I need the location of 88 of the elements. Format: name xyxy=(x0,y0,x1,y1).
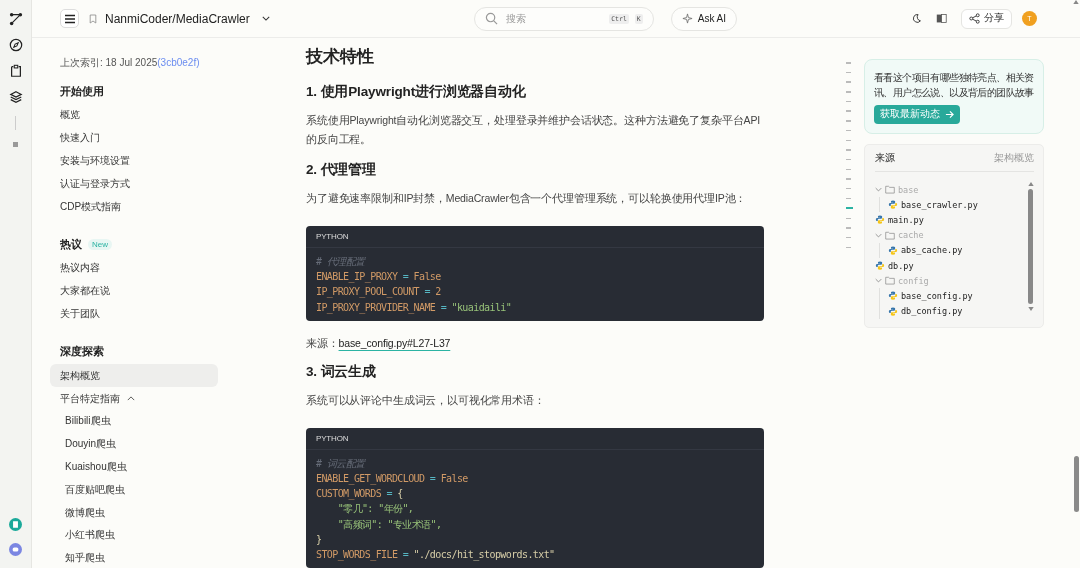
moon-icon[interactable] xyxy=(911,13,922,24)
nav-item[interactable]: 百度贴吧爬虫 xyxy=(50,478,218,502)
nav-item[interactable]: 安装与环境设置 xyxy=(50,149,218,173)
python-icon xyxy=(888,291,898,301)
code-line: ENABLE_IP_PROXY = False xyxy=(316,270,442,285)
share-icon xyxy=(969,13,980,24)
code-line: # 代理配置 xyxy=(316,255,367,269)
nav-item[interactable]: 架构概览 xyxy=(50,364,218,388)
code-line: IP_PROXY_POOL_COUNT = 2 xyxy=(316,285,442,300)
page-scrollbar-thumb[interactable] xyxy=(1073,456,1079,512)
translate-icon[interactable] xyxy=(936,13,947,24)
source-link[interactable]: base_config.py#L27-L37 xyxy=(338,336,451,349)
code-line: # 词云配置 xyxy=(316,456,367,471)
clipboard-icon[interactable] xyxy=(8,64,23,78)
nav-item[interactable]: Kuaishou爬虫 xyxy=(50,455,218,479)
compass-icon[interactable] xyxy=(8,38,23,52)
nav-item[interactable]: 知乎爬虫 xyxy=(50,546,218,568)
paragraph: 为了避免速率限制和IP封禁，MediaCrawler包含一个代理管理系统，可以轮换使用代理IP池： xyxy=(306,191,748,206)
sparkle-icon xyxy=(681,13,693,24)
page-icon[interactable] xyxy=(13,142,18,147)
scrollbar-thumb[interactable] xyxy=(1028,189,1033,304)
scroll-up-icon[interactable] xyxy=(1027,182,1034,186)
folder-icon xyxy=(885,230,895,240)
menu-button[interactable] xyxy=(60,9,79,28)
document-icon[interactable] xyxy=(9,518,22,531)
python-icon xyxy=(888,245,898,255)
subsection-heading: 2. 代理管理 xyxy=(306,161,377,179)
index-date: 上次索引: 18 Jul 2025 xyxy=(60,57,158,68)
section-heading: 技术特性 xyxy=(306,46,375,68)
file-name[interactable]: base_config.py xyxy=(901,290,973,301)
code-line: IP_PROXY_PROVIDER_NAME = "kuaidaili" xyxy=(316,300,513,315)
subsection-heading: 3. 词云生成 xyxy=(306,362,377,381)
python-icon xyxy=(888,200,898,210)
nav-item[interactable]: 认证与登录方式 xyxy=(50,172,218,196)
python-icon xyxy=(875,261,885,271)
layers-icon[interactable] xyxy=(8,90,23,104)
nav-item[interactable]: 热议内容 xyxy=(50,257,218,280)
section-title: 深度探索 xyxy=(60,344,104,360)
nav-item[interactable]: 关于团队 xyxy=(50,302,218,326)
source-label: 来源： xyxy=(306,336,339,349)
folder-icon xyxy=(885,276,895,286)
file-name[interactable]: abs_cache.py xyxy=(901,245,963,256)
arrow-right-icon xyxy=(945,110,954,119)
share-button[interactable]: 分享 xyxy=(961,8,1012,29)
nav-item[interactable]: CDP模式指南 xyxy=(50,195,218,218)
code-line: CUSTOM_WORDS = { xyxy=(316,487,404,502)
python-icon xyxy=(888,306,898,316)
search-icon xyxy=(484,12,498,25)
nav-item[interactable]: Bilibili爬虫 xyxy=(50,409,218,433)
nav-item[interactable]: 概览 xyxy=(50,104,218,127)
file-name[interactable]: db.py xyxy=(888,260,914,271)
code-line: "高频词": "专业术语", xyxy=(336,517,443,532)
nav-item[interactable]: 微博爬虫 xyxy=(50,501,218,524)
nav-item[interactable]: 快速入门 xyxy=(50,126,218,150)
paragraph: 系统使用Playwright自动化浏览器交互，处理登录并维护会话状态。这种方法避免了复杂平台API的反向工程。 xyxy=(306,113,761,147)
folder-icon xyxy=(885,185,895,195)
file-name[interactable]: db_config.py xyxy=(901,306,963,317)
paragraph: 系统可以从评论中生成词云，以可视化常用术语： xyxy=(306,392,546,408)
scroll-down-icon[interactable] xyxy=(1027,307,1034,311)
section-title: 热议 xyxy=(60,237,82,252)
code-line: } xyxy=(316,532,323,547)
repo-title[interactable]: NanmiCoder/MediaCrawler xyxy=(105,11,250,26)
chat-icon[interactable] xyxy=(9,543,22,556)
scroll-up-icon[interactable] xyxy=(1073,0,1079,4)
nav-item[interactable]: 平台特定指南 xyxy=(50,387,218,410)
ask-ai-button[interactable]: Ask AI xyxy=(670,6,738,31)
chevron-icon[interactable] xyxy=(127,396,135,402)
file-name[interactable]: base_crawler.py xyxy=(901,199,978,210)
code-line: "零几": "年份", xyxy=(336,502,415,517)
python-icon xyxy=(875,215,885,225)
chevron-down-icon[interactable] xyxy=(261,16,270,21)
menu-icon xyxy=(63,12,76,25)
section-title: 开始使用 xyxy=(60,84,104,99)
search-input[interactable]: 搜索 xyxy=(503,12,604,25)
promo-text: 看看这个项目有哪些独特亮点、相关资讯、用户怎么说、以及背后的团队故事 xyxy=(874,71,1035,100)
subsection-heading: 1. 使用Playwright进行浏览器自动化 xyxy=(306,83,527,101)
nav-item[interactable]: 大家都在说 xyxy=(50,279,218,303)
new-badge: New xyxy=(88,239,112,250)
code-line: ENABLE_GET_WORDCLOUD = False xyxy=(316,471,469,487)
code-line: STOP_WORDS_FILE = "./docs/hit_stopwords.txt" xyxy=(316,547,556,563)
bookmark-icon xyxy=(89,13,97,24)
code-language: PYTHON xyxy=(306,427,764,450)
sources-title: 来源 xyxy=(875,151,895,165)
nav-item[interactable]: Douyin爬虫 xyxy=(50,432,218,456)
file-name[interactable]: main.py xyxy=(888,214,924,225)
code-language: PYTHON xyxy=(306,226,764,248)
nav-item[interactable]: 小红书爬虫 xyxy=(50,523,218,547)
graph-icon[interactable] xyxy=(8,12,23,26)
